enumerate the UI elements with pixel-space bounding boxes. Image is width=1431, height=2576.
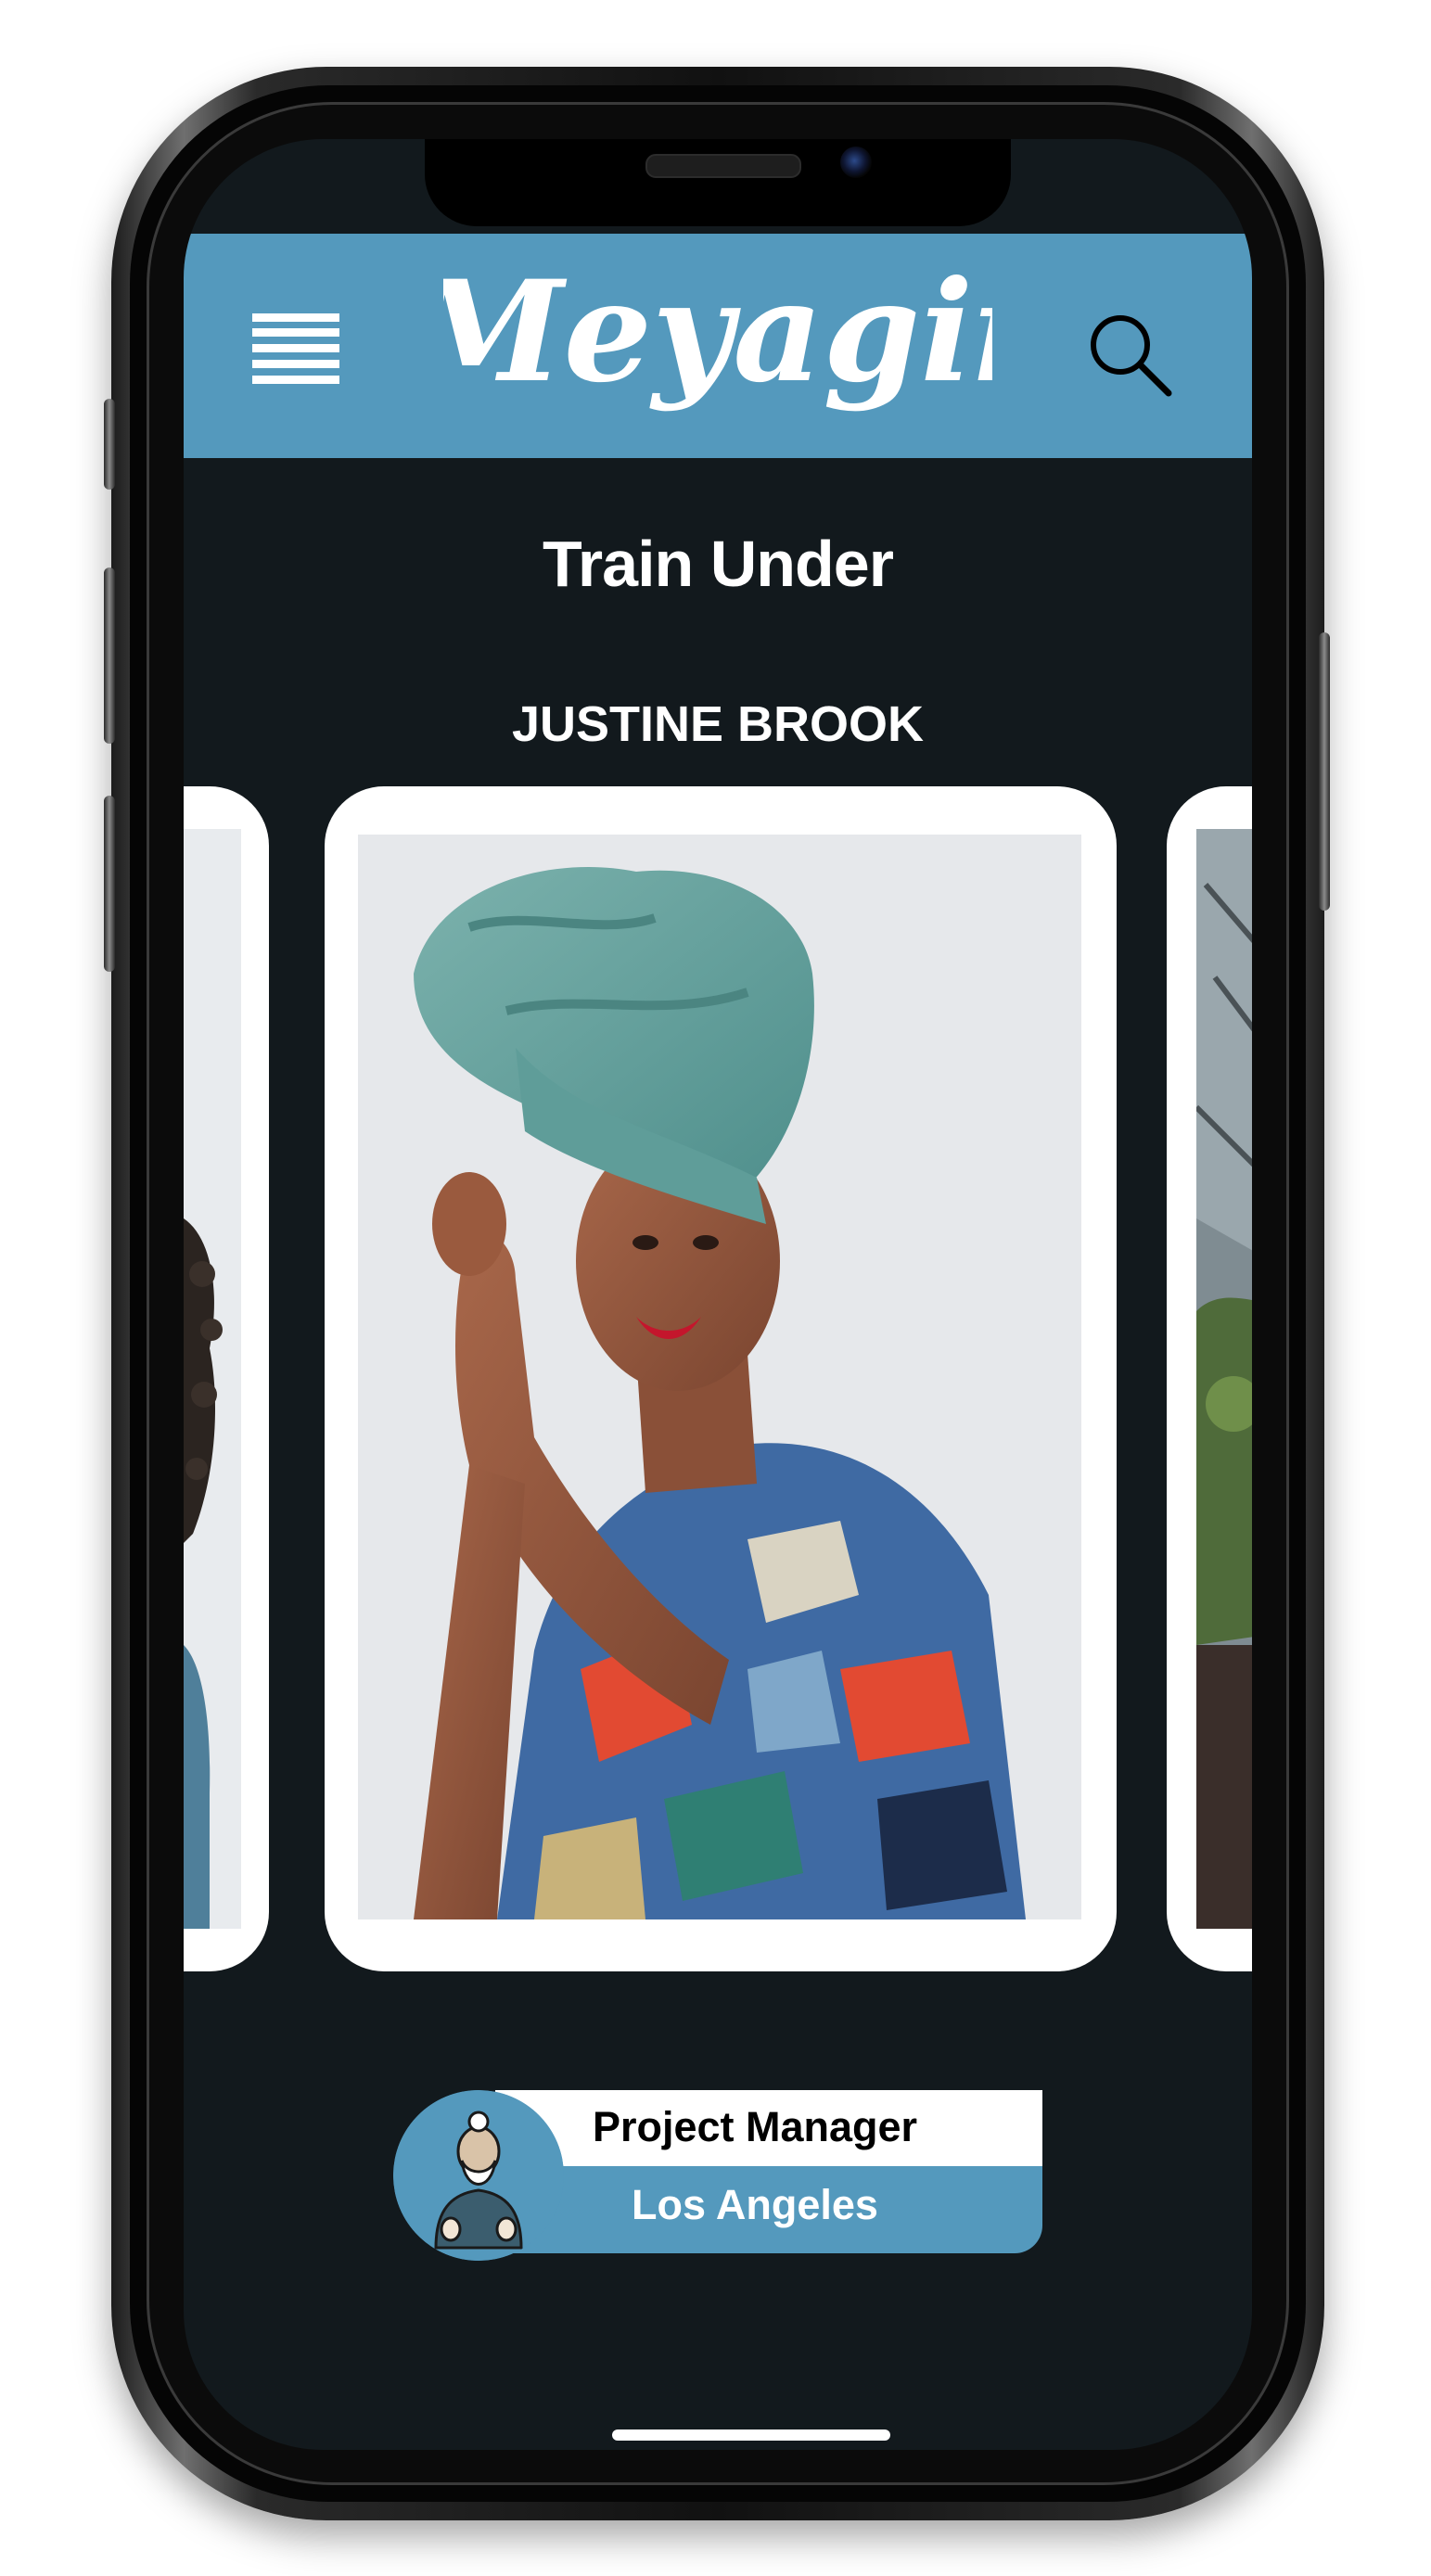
badge-role: Project Manager [592,2103,918,2150]
logo-text: Meyagii [443,252,992,414]
app-header: Meyagii [184,234,1252,458]
role-location-badge[interactable]: Project Manager Los Angeles [393,2090,1042,2261]
phone-screen: Meyagii Train Under JUSTINE BROOK [184,139,1252,2450]
greenhouse-plants-photo [1196,829,1252,1929]
side-button-volume-down [104,796,115,972]
carousel-card-current[interactable] [325,786,1117,1971]
side-button-volume-up [104,567,115,744]
woman-curly-hair-photo [184,829,241,1929]
hamburger-menu-icon[interactable] [252,313,339,384]
speaker-grille [645,154,801,178]
woman-teal-headwrap-photo [358,835,1081,1919]
carousel-card-next[interactable] [1167,786,1252,1971]
front-camera [840,147,872,178]
home-indicator[interactable] [612,2429,890,2441]
phone-notch [425,139,1011,226]
badge-location: Los Angeles [632,2181,878,2228]
side-button-silent [104,399,115,490]
app-logo: Meyagii [405,250,1027,438]
search-icon[interactable] [1085,310,1174,399]
mentor-name: JUSTINE BROOK [511,696,925,752]
carousel-card-previous[interactable] [184,786,269,1971]
page-title: Train Under [543,528,894,600]
side-button-power [1319,632,1330,911]
sensei-avatar-icon [393,2090,564,2261]
